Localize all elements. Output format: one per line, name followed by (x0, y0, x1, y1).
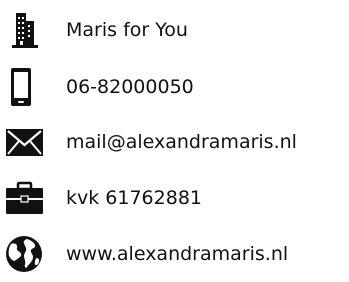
contact-row-email: mail@alexandramaris.nl (0, 114, 349, 170)
envelope-icon (2, 122, 48, 162)
contact-row-company: Maris for You (0, 2, 349, 58)
building-icon (2, 10, 48, 50)
kvk-number: kvk 61762881 (66, 187, 202, 209)
email-address[interactable]: mail@alexandramaris.nl (66, 114, 297, 170)
contact-row-phone: 06-82000050 (0, 59, 349, 115)
phone-number[interactable]: 06-82000050 (66, 59, 194, 115)
globe-icon (2, 234, 48, 274)
briefcase-icon (2, 178, 48, 218)
contact-row-website: www.alexandramaris.nl (0, 226, 349, 282)
contact-row-kvk: kvk 61762881 (0, 170, 349, 226)
contact-list: Maris for You 06-82000050 mail@alexandra… (0, 0, 349, 282)
website-url[interactable]: www.alexandramaris.nl (66, 226, 288, 282)
company-name: Maris for You (66, 19, 188, 41)
mobile-phone-icon (2, 67, 48, 107)
